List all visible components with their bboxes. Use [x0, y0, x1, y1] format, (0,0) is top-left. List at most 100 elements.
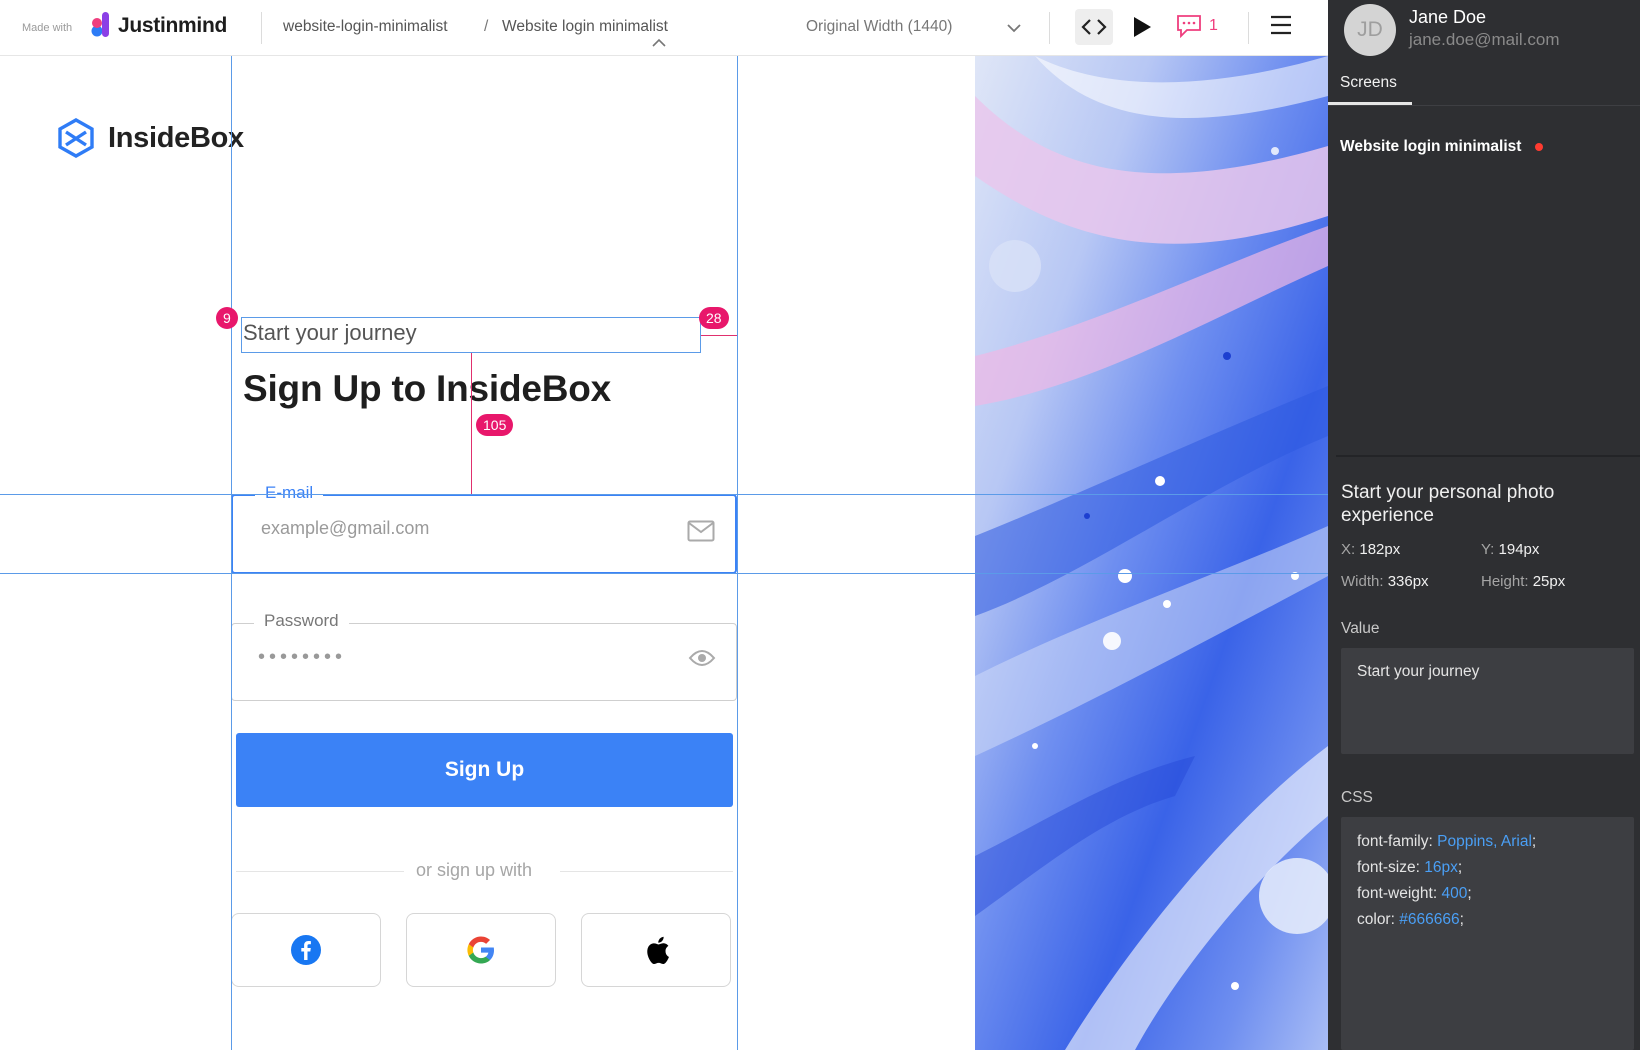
measure-line-horizontal — [701, 335, 737, 336]
toolbar-separator — [261, 12, 262, 44]
insidebox-logo-icon — [58, 118, 94, 158]
css-box: font-family: Poppins, Arial; font-size: … — [1341, 817, 1634, 1050]
guide-line-right — [737, 56, 738, 1050]
top-toolbar: Made with Justinmind website-login-minim… — [0, 0, 1328, 56]
email-input[interactable] — [261, 518, 661, 539]
apple-icon — [647, 936, 669, 965]
css-line: font-family: Poppins, Arial; — [1357, 833, 1536, 851]
height-value: 25px — [1532, 573, 1566, 590]
toolbar-separator — [1049, 12, 1050, 44]
password-field[interactable]: Password •••••••• — [231, 611, 737, 701]
password-label: Password — [254, 611, 349, 631]
css-value: 16px — [1424, 859, 1458, 876]
user-email: jane.doe@mail.com — [1409, 30, 1560, 49]
guide-line-bottom — [0, 573, 975, 574]
css-line: color: #666666; — [1357, 911, 1464, 929]
css-end: ; — [1467, 885, 1472, 902]
panel-divider[interactable] — [1336, 455, 1640, 457]
avatar[interactable]: JD — [1344, 4, 1396, 56]
y-value: 194px — [1498, 541, 1540, 558]
width-label: Width: — [1341, 573, 1384, 590]
value-section-label: Value — [1341, 620, 1380, 637]
hamburger-menu-icon[interactable] — [1270, 15, 1292, 35]
comment-count: 1 — [1209, 17, 1218, 34]
made-with-label: Made with — [22, 22, 73, 34]
width-property: Width: 336px — [1341, 573, 1429, 590]
comment-icon — [1177, 15, 1201, 38]
measure-line-vertical — [471, 353, 472, 494]
css-value: #666666 — [1399, 911, 1460, 928]
guide-line-left — [231, 56, 232, 1050]
y-label: Y: — [1481, 541, 1495, 558]
value-box[interactable]: Start your journey — [1341, 648, 1634, 754]
css-prop: font-weight: — [1357, 885, 1438, 902]
comments-button[interactable]: 1 — [1176, 14, 1218, 38]
email-label: E-mail — [255, 483, 324, 503]
offset-badge-right: 28 — [699, 307, 729, 329]
screen-item-label: Website login minimalist — [1340, 138, 1522, 155]
signup-button[interactable]: Sign Up — [236, 733, 733, 807]
app-window: Made with Justinmind website-login-minim… — [0, 0, 1640, 1050]
selection-box[interactable] — [241, 317, 701, 353]
panel-tabs: Screens — [1328, 66, 1640, 106]
css-prop: color: — [1357, 911, 1395, 928]
css-end: ; — [1459, 911, 1464, 928]
tab-screens[interactable]: Screens — [1340, 74, 1397, 92]
email-field[interactable]: E-mail — [231, 483, 737, 574]
css-end: ; — [1457, 859, 1463, 876]
guide-line-bottom — [975, 573, 1328, 574]
user-name: Jane Doe — [1409, 7, 1487, 27]
play-icon[interactable] — [1131, 15, 1153, 39]
css-line: font-weight: 400; — [1357, 885, 1472, 903]
eye-icon[interactable] — [688, 648, 716, 668]
breadcrumb-screen[interactable]: Website login minimalist — [502, 18, 668, 36]
css-line: font-size: 16px; — [1357, 859, 1462, 877]
insidebox-logo-text: InsideBox — [108, 122, 244, 154]
google-signup-button[interactable] — [406, 913, 556, 987]
mail-icon — [687, 520, 715, 542]
width-select[interactable]: Original Width (1440) — [806, 18, 952, 36]
css-section-label: CSS — [1341, 789, 1373, 806]
gap-badge: 105 — [476, 414, 514, 436]
element-title: Start your personal photo experience — [1341, 482, 1555, 526]
prototype-canvas: InsideBox Start your journey Sign Up to … — [0, 56, 975, 1050]
status-dot — [1535, 143, 1544, 151]
password-value[interactable]: •••••••• — [258, 646, 346, 669]
chevron-down-icon[interactable] — [1006, 20, 1022, 36]
marble-background-image — [975, 56, 1328, 1050]
divider-line-right — [560, 871, 733, 872]
css-value: 400 — [1441, 885, 1468, 902]
guide-line-top — [975, 494, 1328, 495]
height-property: Height: 25px — [1481, 573, 1565, 590]
google-icon — [467, 936, 494, 964]
x-value: 182px — [1359, 541, 1401, 558]
breadcrumb-project[interactable]: website-login-minimalist — [283, 18, 448, 36]
screen-list-item[interactable]: Website login minimalist — [1340, 138, 1544, 156]
css-prop: font-size: — [1357, 859, 1420, 876]
facebook-signup-button[interactable] — [231, 913, 381, 987]
facebook-icon — [291, 935, 321, 965]
css-prop: font-family: — [1357, 833, 1433, 850]
page-heading: Sign Up to InsideBox — [243, 368, 612, 409]
css-end: ; — [1531, 833, 1537, 850]
brand-name: Justinmind — [118, 14, 228, 37]
code-icon — [1081, 19, 1107, 35]
css-value: Poppins, Arial — [1437, 833, 1532, 850]
guide-line-top — [0, 494, 975, 495]
active-tab-indicator — [1328, 102, 1412, 105]
inspector-panel: JD Jane Doe jane.doe@mail.com Screens We… — [1328, 0, 1640, 1050]
justinmind-logo-icon — [91, 12, 109, 37]
divider-text: or sign up with — [416, 860, 533, 880]
breadcrumb-separator: / — [484, 18, 489, 35]
code-view-button[interactable] — [1075, 9, 1113, 45]
value-text[interactable]: Start your journey — [1357, 663, 1479, 681]
x-label: X: — [1341, 541, 1356, 558]
y-property: Y: 194px — [1481, 541, 1539, 558]
width-value: 336px — [1387, 573, 1429, 590]
apple-signup-button[interactable] — [581, 913, 731, 987]
chevron-up-icon[interactable] — [652, 38, 666, 47]
x-property: X: 182px — [1341, 541, 1400, 558]
toolbar-separator — [1248, 12, 1249, 44]
offset-badge-left: 9 — [216, 307, 238, 329]
divider-line-left — [236, 871, 404, 872]
